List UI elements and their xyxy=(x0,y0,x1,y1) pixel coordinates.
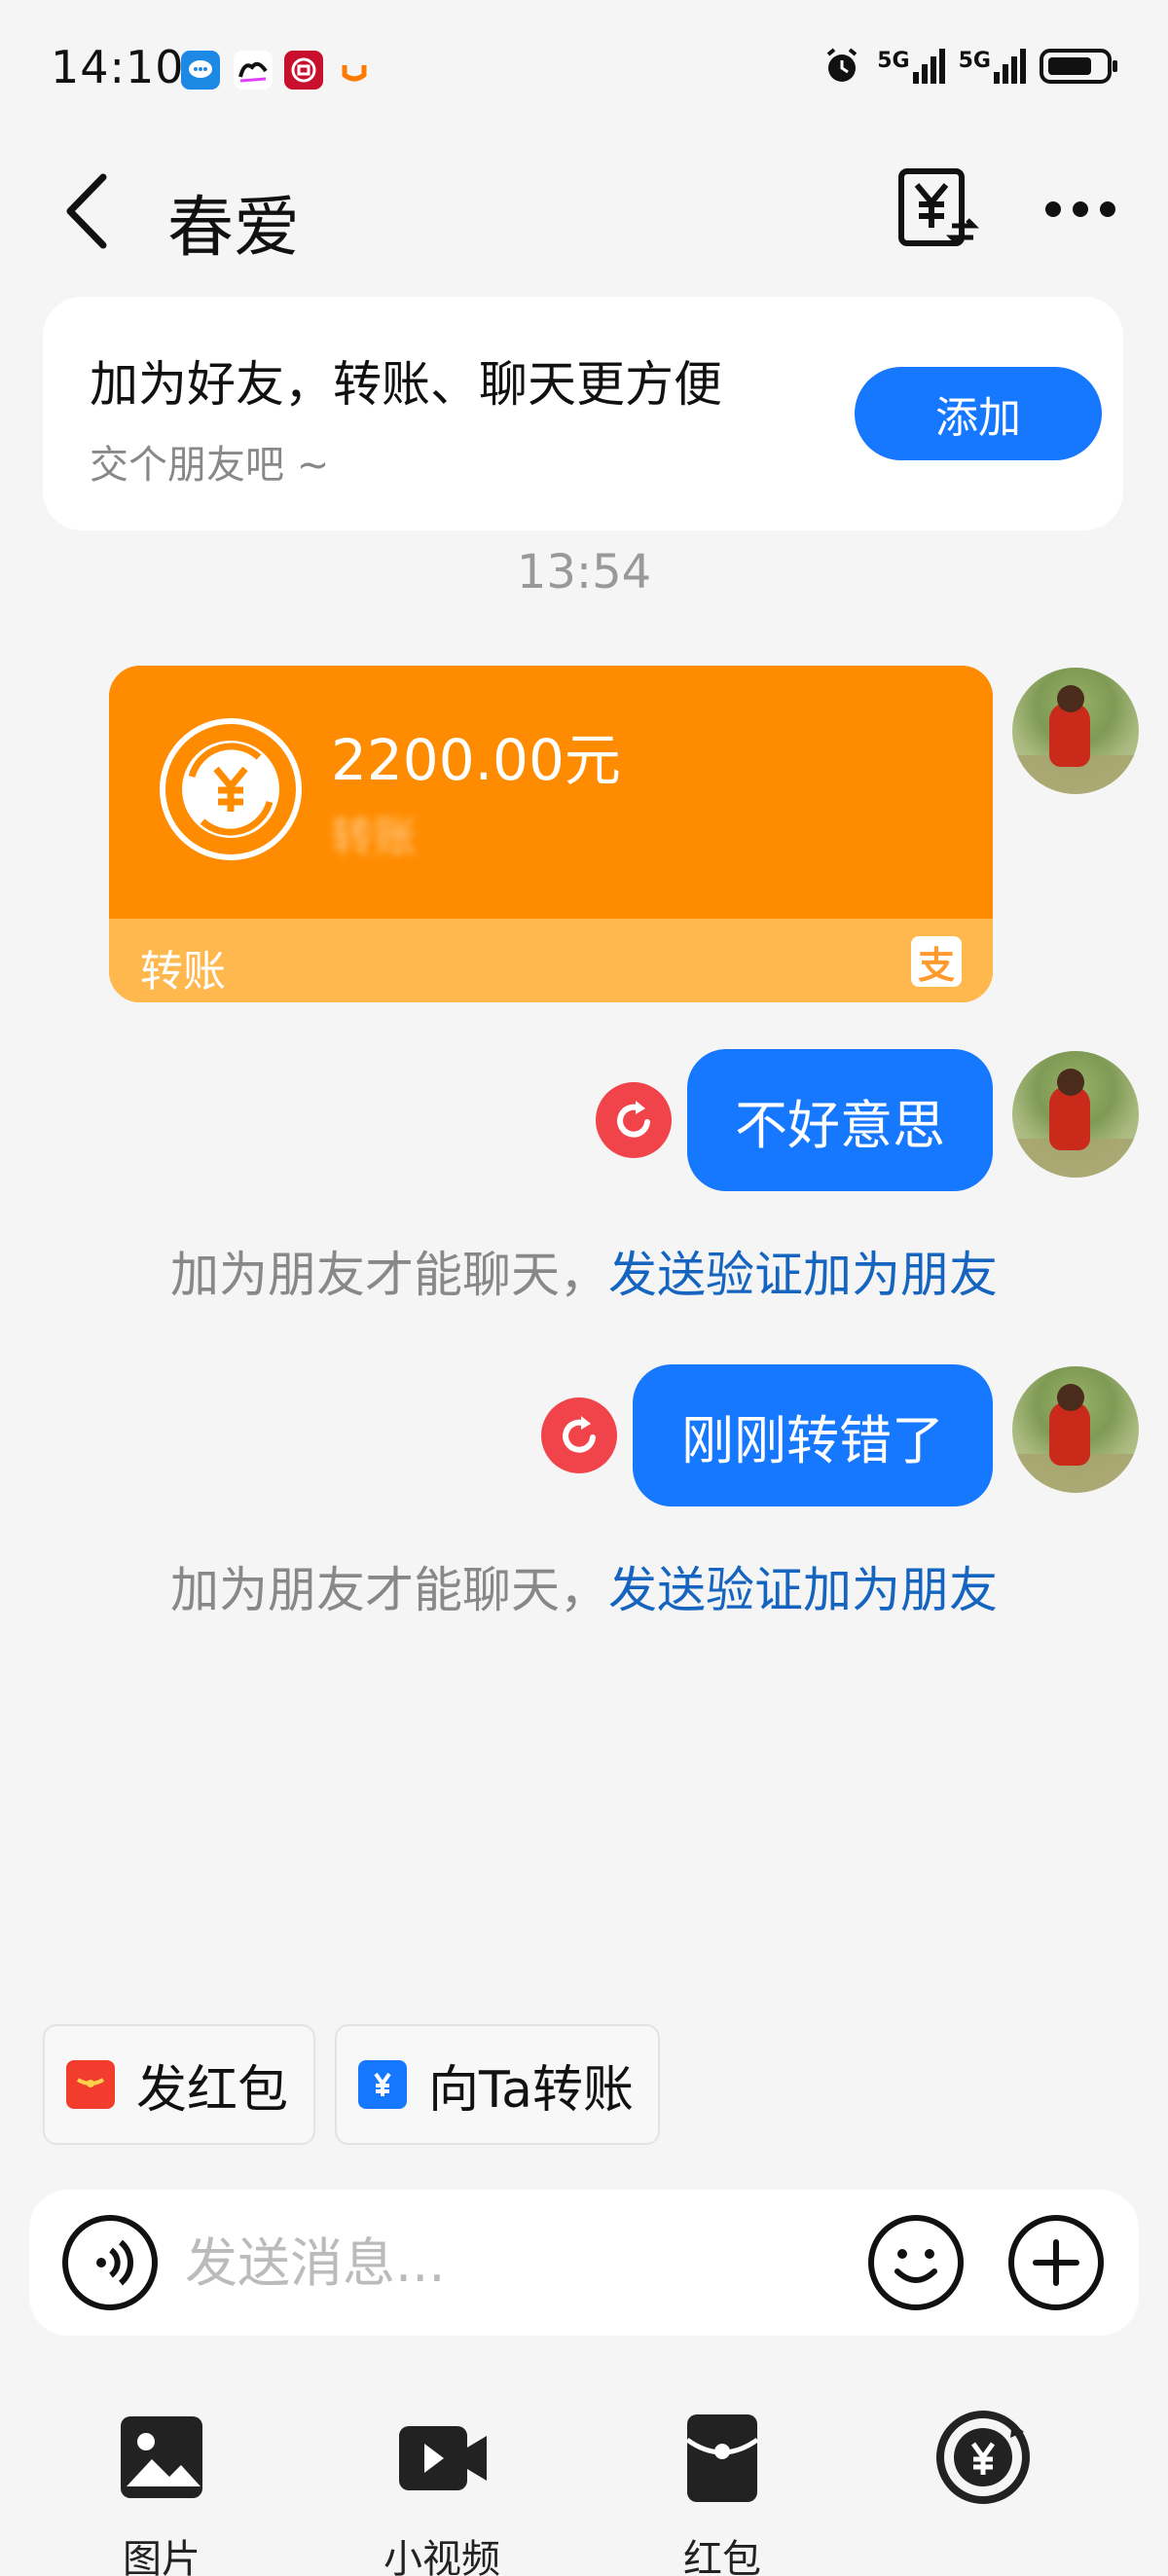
more-actions-button[interactable] xyxy=(1006,2213,1106,2312)
chevron-left-icon xyxy=(66,173,107,249)
transfer-amount: 2200.00元 xyxy=(331,727,621,793)
message-bubble[interactable]: 刚刚转错了 xyxy=(633,1364,993,1506)
tool-transfer[interactable] xyxy=(895,2409,1071,2576)
signal-2-icon: 5G xyxy=(959,49,1026,84)
signal-1-icon: 5G xyxy=(877,49,945,84)
system-notice-text: 加为朋友才能聊天， xyxy=(170,1247,608,1303)
add-friend-subtitle: 交个朋友吧 ~ xyxy=(90,443,330,488)
red-packet-icon xyxy=(66,2060,115,2109)
system-notice-text: 加为朋友才能聊天， xyxy=(170,1562,608,1618)
chat-header: 春爱 xyxy=(0,146,1168,272)
page-title: 春爱 xyxy=(167,190,301,267)
send-red-packet-button[interactable]: 发红包 xyxy=(43,2024,315,2145)
transfer-card[interactable]: 2200.00元 转账 转账 支 xyxy=(109,666,993,1002)
resend-button[interactable] xyxy=(541,1397,617,1473)
add-friend-banner: 加为好友，转账、聊天更方便 交个朋友吧 ~ 添加 xyxy=(43,297,1123,530)
transfer-to-label: 向Ta转账 xyxy=(428,2060,635,2120)
message-timestamp: 13:54 xyxy=(516,545,652,599)
transfer-card-body: 2200.00元 转账 xyxy=(109,666,993,919)
more-icon xyxy=(1045,201,1115,217)
system-notice: 加为朋友才能聊天，发送验证加为朋友 xyxy=(0,1551,1168,1621)
tool-video[interactable]: 小视频 xyxy=(354,2409,529,2576)
voice-button[interactable] xyxy=(60,2213,160,2312)
video-icon xyxy=(399,2426,487,2490)
resend-button[interactable] xyxy=(596,1082,672,1158)
tool-red-packet-label: 红包 xyxy=(683,2537,761,2576)
transfer-card-footer: 转账 支 xyxy=(109,919,993,1002)
battery-icon xyxy=(1040,49,1117,84)
transfer-yuan-icon xyxy=(358,2060,407,2109)
status-time: 14:10 xyxy=(51,41,185,93)
message-bubble[interactable]: 不好意思 xyxy=(687,1049,993,1191)
add-friend-button[interactable]: 添加 xyxy=(855,367,1102,460)
avatar[interactable] xyxy=(1012,1051,1139,1178)
plus-circle-icon xyxy=(1008,2215,1104,2310)
transfer-to-button[interactable]: 向Ta转账 xyxy=(335,2024,660,2145)
more-button[interactable] xyxy=(1041,185,1119,234)
message-input[interactable] xyxy=(185,2219,847,2306)
tool-video-label: 小视频 xyxy=(383,2537,500,2576)
status-indicators: 5G 5G xyxy=(821,45,1119,88)
voice-icon xyxy=(62,2215,158,2310)
status-bar: 14:10 5G 5G xyxy=(0,0,1168,136)
system-notice: 加为朋友才能聊天，发送验证加为朋友 xyxy=(0,1236,1168,1306)
image-icon xyxy=(121,2416,202,2498)
refresh-icon xyxy=(563,1416,596,1453)
alarm-icon xyxy=(826,48,858,82)
yuan-bill-icon xyxy=(898,168,980,246)
tool-photo[interactable]: 图片 xyxy=(74,2409,249,2576)
back-button[interactable] xyxy=(56,167,125,255)
send-verification-link[interactable]: 发送验证加为朋友 xyxy=(608,1247,998,1303)
emoji-icon xyxy=(868,2215,964,2310)
transfer-note: 转账 xyxy=(331,813,417,862)
emoji-button[interactable] xyxy=(866,2213,966,2312)
avatar[interactable] xyxy=(1012,1366,1139,1493)
bill-button[interactable] xyxy=(895,165,980,253)
message-app-icon xyxy=(181,51,220,90)
avatar[interactable] xyxy=(1012,668,1139,794)
refresh-icon xyxy=(617,1101,650,1138)
send-red-packet-label: 发红包 xyxy=(136,2060,289,2120)
tool-photo-label: 图片 xyxy=(123,2537,201,2576)
didi-app-icon xyxy=(335,51,374,90)
bank-app-icon xyxy=(284,51,323,90)
send-verification-link[interactable]: 发送验证加为朋友 xyxy=(608,1562,998,1618)
transfer-type-label: 转账 xyxy=(140,947,226,997)
add-friend-title: 加为好友，转账、聊天更方便 xyxy=(90,356,722,413)
alipay-icon: 支 xyxy=(911,936,962,987)
message-composer xyxy=(29,2190,1139,2336)
transfer-icon xyxy=(936,2411,1030,2504)
transfer-coin-icon xyxy=(160,718,302,860)
red-packet-icon xyxy=(685,2414,759,2502)
tool-red-packet[interactable]: 红包 xyxy=(635,2409,810,2576)
bilibili-app-icon xyxy=(234,51,273,90)
